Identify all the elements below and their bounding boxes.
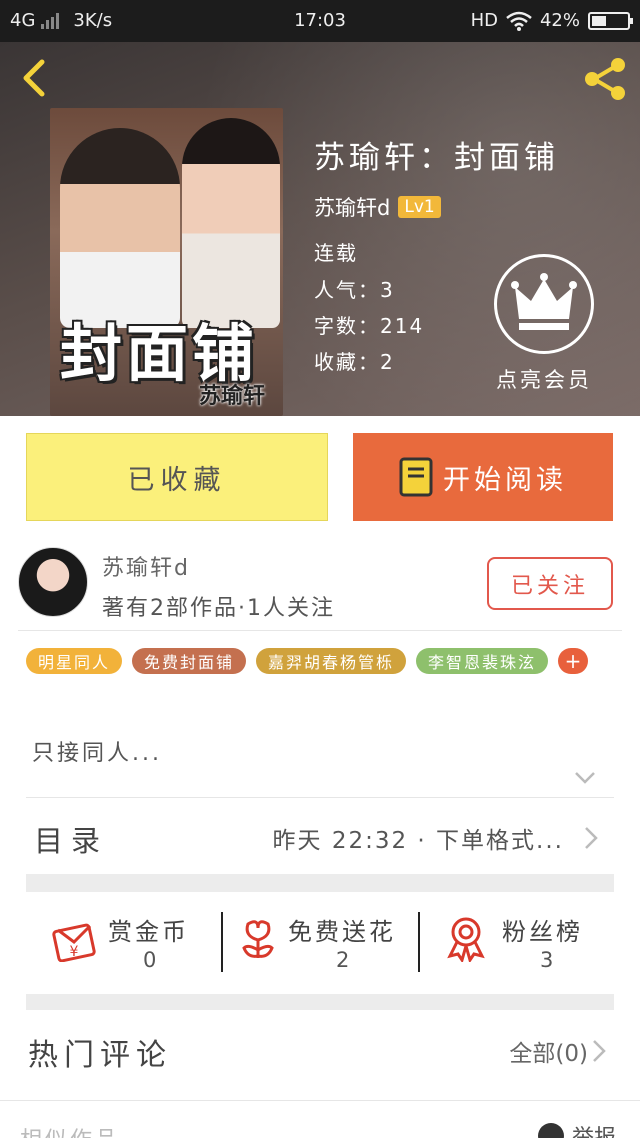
battery-percent: 42% <box>539 10 580 31</box>
status-bar: 4G 3K/s 17:03 HD 42% <box>0 0 640 42</box>
tag[interactable]: 免费封面铺 <box>132 648 247 674</box>
chevron-right-icon <box>585 827 598 849</box>
hot-comments-title: 热门评论 <box>28 1038 172 1073</box>
divider <box>0 1100 640 1101</box>
vip-label: 点亮会员 <box>496 368 592 392</box>
send-flower-count: 2 <box>336 948 350 972</box>
table-of-contents-row[interactable]: 目录 昨天 22:32 · 下单格式... <box>26 800 614 872</box>
section-separator <box>26 994 614 1010</box>
hd-indicator: HD <box>470 10 498 31</box>
book-popularity: 人气：3 <box>314 278 395 302</box>
toc-latest-chapter: 昨天 22:32 · 下单格式... <box>272 828 564 854</box>
tag[interactable]: 明星同人 <box>26 648 123 674</box>
tag-label: 李智恩裴珠泫 <box>428 653 537 672</box>
book-icon <box>399 457 433 497</box>
book-favorites: 收藏：2 <box>314 350 395 374</box>
book-title: 苏瑜轩：封面铺 <box>314 140 559 176</box>
back-icon[interactable] <box>16 56 52 100</box>
author-stats: 著有2部作品·1人关注 <box>102 596 335 621</box>
level-badge: Lv1 <box>398 196 441 218</box>
send-flower-button[interactable]: 免费送花 2 <box>222 892 418 992</box>
fan-ranking-label: 粉丝榜 <box>502 918 583 946</box>
section-separator <box>26 874 614 892</box>
all-comments-link[interactable]: 全部(0) <box>509 1034 606 1068</box>
fan-ranking-button[interactable]: 粉丝榜 3 <box>418 892 614 992</box>
toc-label: 目录 <box>34 824 109 858</box>
reward-coins-label: 赏金币 <box>108 918 189 946</box>
reward-coins-count: 0 <box>143 948 157 972</box>
vip-button[interactable] <box>494 254 594 354</box>
battery-icon <box>588 11 633 30</box>
author-name[interactable]: 苏瑜轩d <box>102 550 190 582</box>
cover-author: 苏瑜轩 <box>198 384 265 409</box>
divider <box>18 630 622 631</box>
tag-label: 免费封面铺 <box>144 653 235 672</box>
similar-works-title: 相似作品 <box>20 1122 120 1138</box>
reward-coins-button[interactable]: ¥ 赏金币 0 <box>26 892 222 992</box>
report-button[interactable]: 举报 <box>537 1120 616 1138</box>
tag-list: 明星同人 免费封面铺 嘉羿胡春杨管栎 李智恩裴珠泫 + <box>26 648 589 674</box>
author-avatar[interactable] <box>18 547 88 617</box>
battery-fill <box>592 15 607 26</box>
book-author[interactable]: 苏瑜轩d <box>314 192 390 222</box>
collected-label: 已收藏 <box>127 464 227 496</box>
followed-label: 已关注 <box>510 573 589 599</box>
cover-figure-right <box>182 118 280 328</box>
red-envelope-icon: ¥ <box>52 923 96 962</box>
flower-icon <box>242 920 274 958</box>
start-reading-button[interactable]: 开始阅读 <box>353 433 613 521</box>
collected-button[interactable]: 已收藏 <box>26 433 328 521</box>
tag-label: 明星同人 <box>38 653 111 672</box>
report-icon <box>537 1123 564 1138</box>
start-reading-label: 开始阅读 <box>443 464 567 496</box>
stats-row: ¥ 赏金币 0 免费送花 2 粉丝榜 3 <box>26 892 614 992</box>
tag[interactable]: 嘉羿胡春杨管栎 <box>256 648 407 674</box>
book-header: 封面铺 苏瑜轩 苏瑜轩：封面铺 苏瑜轩d Lv1 连载 人气：3 字数：214 … <box>0 42 640 416</box>
book-status: 连载 <box>314 241 358 265</box>
medal-icon <box>447 917 485 962</box>
svg-text:¥: ¥ <box>70 944 79 960</box>
crown-icon <box>511 273 577 330</box>
book-description: 只接同人... <box>32 741 162 766</box>
followed-button[interactable]: 已关注 <box>487 557 613 610</box>
report-label: 举报 <box>572 1120 616 1138</box>
cover-figure-left <box>60 128 180 328</box>
send-flower-label: 免费送花 <box>288 918 396 946</box>
share-icon[interactable] <box>580 54 630 104</box>
wifi-icon <box>506 11 532 31</box>
all-comments-label: 全部(0) <box>509 1041 588 1067</box>
chevron-down-icon[interactable] <box>574 770 596 786</box>
fan-ranking-count: 3 <box>540 948 554 972</box>
book-cover[interactable]: 封面铺 苏瑜轩 <box>50 108 283 416</box>
tag[interactable]: 李智恩裴珠泫 <box>416 648 549 674</box>
book-word-count: 字数：214 <box>314 314 425 338</box>
divider <box>26 797 614 798</box>
book-author-row[interactable]: 苏瑜轩d Lv1 <box>314 192 441 222</box>
chevron-right-icon <box>593 1040 606 1062</box>
tag-label: 嘉羿胡春杨管栎 <box>268 653 395 672</box>
more-tags-button[interactable]: + <box>558 648 589 674</box>
